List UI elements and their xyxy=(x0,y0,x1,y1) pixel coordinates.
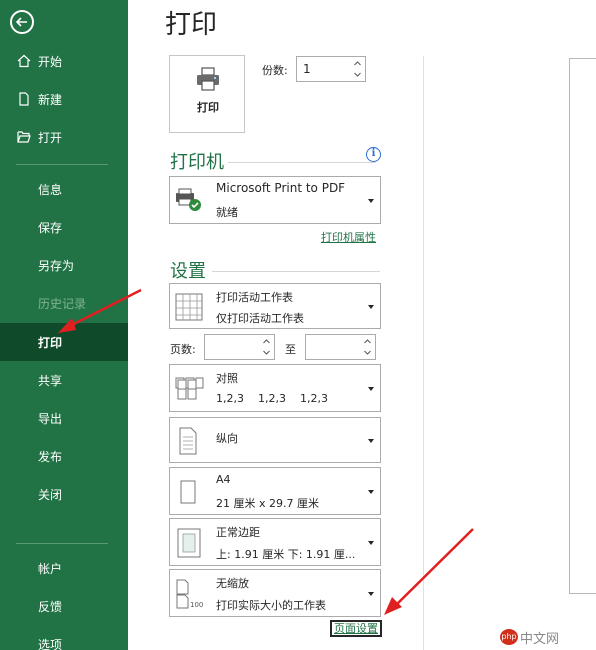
dropdown-caret-icon xyxy=(368,490,374,494)
pages-from-input[interactable] xyxy=(204,334,275,360)
sidebar-divider xyxy=(16,164,108,165)
pages-label: 页数: xyxy=(170,343,196,356)
printer-dropdown[interactable]: Microsoft Print to PDF 就绪 xyxy=(169,176,381,224)
settings-heading: 设置 xyxy=(170,261,206,282)
collate-dropdown[interactable]: 对照 1,2,3 1,2,3 1,2,3 xyxy=(169,364,381,412)
scaling-dropdown[interactable]: 100 无缩放 打印实际大小的工作表 xyxy=(169,569,381,617)
sidebar-item-label: 共享 xyxy=(38,373,63,388)
folder-open-icon xyxy=(17,131,31,143)
sidebar-item-options[interactable]: 选项 xyxy=(0,625,128,650)
printer-icon xyxy=(197,67,219,91)
print-what-dropdown[interactable]: 打印活动工作表 仅打印活动工作表 xyxy=(169,283,381,329)
sidebar-item-export[interactable]: 导出 xyxy=(0,399,128,437)
printer-properties-link[interactable]: 打印机属性 xyxy=(321,229,376,245)
scaling-line1: 无缩放 xyxy=(216,577,249,590)
sidebar-item-label: 发布 xyxy=(38,449,63,464)
printer-name: Microsoft Print to PDF xyxy=(216,181,346,195)
svg-text:100: 100 xyxy=(190,601,203,609)
sidebar-item-save[interactable]: 保存 xyxy=(0,208,128,246)
page-setup-link[interactable]: 页面设置 xyxy=(330,620,382,637)
home-icon xyxy=(17,54,31,68)
orientation-dropdown[interactable]: 纵向 xyxy=(169,417,381,463)
dropdown-caret-icon xyxy=(368,439,374,443)
paper-size-dropdown[interactable]: A4 21 厘米 x 29.7 厘米 xyxy=(169,467,381,515)
margins-icon xyxy=(177,528,201,558)
sidebar-item-label: 关闭 xyxy=(38,487,63,502)
sidebar-item-home[interactable]: 开始 xyxy=(0,42,128,80)
sidebar-item-label: 导出 xyxy=(38,411,63,426)
sidebar-item-label: 打开 xyxy=(38,130,63,145)
sidebar-item-account[interactable]: 帐户 xyxy=(0,549,128,587)
print-button[interactable]: 打印 xyxy=(169,55,245,133)
sidebar-item-label: 开始 xyxy=(38,54,63,69)
printer-status: 就绪 xyxy=(216,206,238,219)
dropdown-caret-icon xyxy=(368,199,374,203)
sidebar-item-publish[interactable]: 发布 xyxy=(0,437,128,475)
sidebar-item-label: 另存为 xyxy=(38,258,75,273)
sidebar-item-close[interactable]: 关闭 xyxy=(0,475,128,513)
collate-line2: 1,2,3 1,2,3 1,2,3 xyxy=(216,392,328,405)
margins-line2: 上: 1.91 厘米 下: 1.91 厘... xyxy=(216,548,356,561)
dropdown-caret-icon xyxy=(368,305,374,309)
new-doc-icon xyxy=(19,92,29,106)
sidebar-item-new[interactable]: 新建 xyxy=(0,80,128,118)
stepper-arrows-icon[interactable] xyxy=(353,58,362,80)
dropdown-caret-icon xyxy=(368,387,374,391)
sidebar-item-open[interactable]: 打开 xyxy=(0,118,128,156)
paper-size-line2: 21 厘米 x 29.7 厘米 xyxy=(216,497,319,510)
margins-line1: 正常边距 xyxy=(216,526,260,539)
sidebar-item-share[interactable]: 共享 xyxy=(0,361,128,399)
info-icon[interactable]: i xyxy=(366,147,381,162)
sidebar-item-label: 选项 xyxy=(38,637,63,650)
worksheet-grid-icon xyxy=(175,293,203,321)
pages-to-input[interactable] xyxy=(305,334,376,360)
printer-ready-icon xyxy=(176,188,201,211)
paper-size-icon xyxy=(180,480,196,504)
sidebar-item-label: 保存 xyxy=(38,220,63,235)
sidebar-item-label: 反馈 xyxy=(38,599,63,614)
watermark-text: 中文网 xyxy=(520,632,560,647)
back-arrow-icon[interactable] xyxy=(10,10,34,34)
sidebar-item-history: 历史记录 xyxy=(0,284,128,322)
no-scaling-icon: 100 xyxy=(176,579,203,609)
preview-divider xyxy=(423,56,424,650)
sidebar-item-label: 信息 xyxy=(38,182,63,197)
backstage-sidebar: 开始 新建 打开 信息 保存 另存为 历史记录 打印 共享 导出 发布 关闭 帐… xyxy=(0,0,128,650)
copies-value: 1 xyxy=(303,62,311,76)
sidebar-item-print[interactable]: 打印 xyxy=(0,323,128,361)
sidebar-item-label: 历史记录 xyxy=(38,296,87,311)
portrait-page-icon xyxy=(179,427,197,455)
paper-size-line1: A4 xyxy=(216,473,231,486)
stepper-arrows-icon[interactable] xyxy=(363,336,372,358)
copies-stepper[interactable]: 1 xyxy=(296,56,366,82)
page-title: 打印 xyxy=(165,10,218,40)
dropdown-caret-icon xyxy=(368,592,374,596)
sidebar-divider xyxy=(16,543,108,544)
section-divider xyxy=(212,271,380,272)
collate-line1: 对照 xyxy=(216,372,238,385)
sidebar-item-info[interactable]: 信息 xyxy=(0,170,128,208)
print-what-line2: 仅打印活动工作表 xyxy=(216,312,304,325)
sidebar-item-label: 帐户 xyxy=(38,561,63,576)
sidebar-item-label: 新建 xyxy=(38,92,63,107)
watermark-logo: php xyxy=(500,629,518,645)
sidebar-item-save-as[interactable]: 另存为 xyxy=(0,246,128,284)
print-button-label: 打印 xyxy=(197,101,219,114)
print-preview-page xyxy=(569,58,596,594)
dropdown-caret-icon xyxy=(368,541,374,545)
scaling-line2: 打印实际大小的工作表 xyxy=(216,599,326,612)
margins-dropdown[interactable]: 正常边距 上: 1.91 厘米 下: 1.91 厘... xyxy=(169,518,381,566)
copies-label: 份数: xyxy=(262,64,288,77)
pages-to-label: 至 xyxy=(285,343,296,356)
printer-heading: 打印机 xyxy=(170,152,224,173)
section-divider xyxy=(228,162,376,163)
sidebar-item-label: 打印 xyxy=(38,335,63,350)
collate-icon xyxy=(175,377,204,400)
annotation-arrow-page-setup xyxy=(384,528,474,615)
sidebar-item-feedback[interactable]: 反馈 xyxy=(0,587,128,625)
print-what-line1: 打印活动工作表 xyxy=(216,291,293,304)
orientation-line1: 纵向 xyxy=(216,432,238,445)
stepper-arrows-icon[interactable] xyxy=(262,336,271,358)
